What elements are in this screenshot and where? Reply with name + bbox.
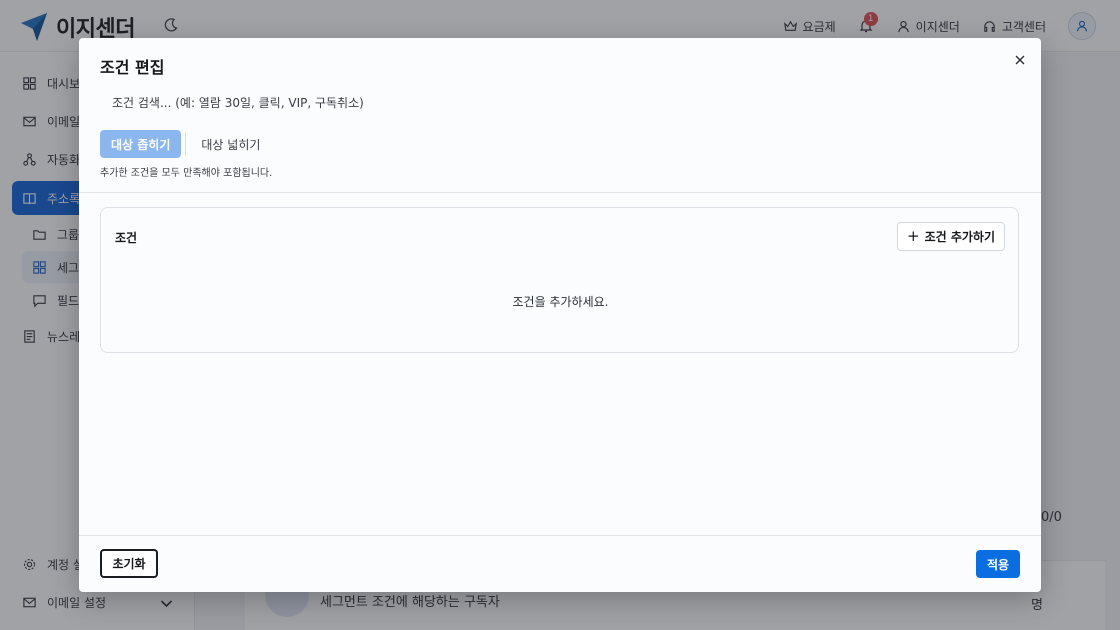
- narrow-target-button[interactable]: 대상 좁히기: [100, 130, 182, 158]
- mode-hint: 추가한 조건을 모두 만족해야 포함됩니다.: [100, 168, 273, 179]
- empty-state-message: 조건을 추가하세요.: [512, 295, 609, 309]
- close-icon[interactable]: [1012, 52, 1028, 68]
- edit-conditions-modal: 조건 편집 대상 좁히기 대상 넓히기 추가한 조건을 모두 만족해야 포함됩니…: [79, 38, 1041, 592]
- footer-divider: [79, 535, 1041, 536]
- modal-title: 조건 편집: [100, 58, 165, 77]
- toggle-divider: [185, 132, 187, 156]
- target-mode-toggle: 대상 좁히기 대상 넓히기: [100, 130, 271, 158]
- apply-button[interactable]: 적용: [976, 550, 1020, 578]
- add-condition-label: 조건 추가하기: [924, 230, 995, 244]
- condition-search-input[interactable]: [100, 88, 700, 118]
- broaden-target-button[interactable]: 대상 넓히기: [190, 130, 271, 158]
- reset-button[interactable]: 초기화: [100, 549, 158, 578]
- add-condition-button[interactable]: + 조건 추가하기: [897, 222, 1005, 251]
- header-divider: [79, 192, 1041, 193]
- conditions-panel: 조건 + 조건 추가하기 조건을 추가하세요.: [100, 207, 1019, 353]
- conditions-label: 조건: [115, 231, 138, 245]
- plus-icon: +: [907, 227, 920, 245]
